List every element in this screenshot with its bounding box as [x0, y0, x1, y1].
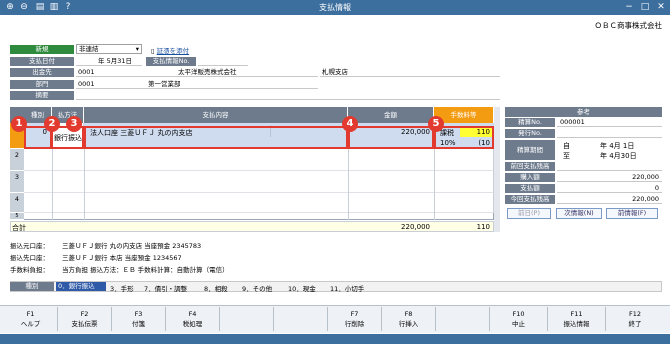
prev-balance-value [557, 162, 662, 171]
legend-item-check: 11．小切手 [330, 285, 365, 293]
src-account-value: 三菱ＵＦＪ銀行 丸の内支店 当座預金 2345783 [62, 242, 202, 250]
date-field[interactable]: 年 5月31日 [76, 56, 142, 66]
pay-no-label: 支払情報No. [146, 57, 196, 66]
window-title: 支払情報 [319, 3, 351, 12]
dept-code-field[interactable]: 0001 [76, 79, 146, 89]
prev-balance-label: 前回支払残高 [505, 162, 555, 171]
paid-label: 支払額 [505, 184, 555, 193]
f3-sticky-button[interactable]: F3 付箋 [112, 307, 166, 331]
dept-label: 部門 [10, 80, 74, 89]
highlight-amount [348, 126, 434, 149]
table-row[interactable] [24, 171, 494, 193]
balance-value: 220,000 [557, 195, 662, 204]
mode-value: 非連結 [79, 45, 99, 53]
issue-no-value [557, 129, 662, 138]
marker-3: 3 [66, 116, 82, 132]
f9-button[interactable] [436, 307, 490, 331]
highlight-fee [434, 126, 494, 149]
attach-evidence-link[interactable]: ▯ 証憑を添付 [151, 45, 189, 55]
marker-1: 1 [11, 116, 27, 132]
period-from-prefix: 自 [563, 142, 570, 150]
payee-branch: 札幌支店 [320, 67, 500, 77]
f7-delete-row-button[interactable]: F7 行削除 [328, 307, 382, 331]
dst-account-label: 振込先口座： [10, 254, 49, 262]
side-title: 参考 [505, 107, 662, 117]
f12-exit-button[interactable]: F12 終了 [606, 307, 664, 331]
prev-info-button[interactable]: 前情報(F) [606, 208, 658, 219]
payee-name: 太平洋販売株式会社 [176, 67, 318, 77]
dst-account-value: 三菱ＵＦＪ銀行 本店 当座預金 1234567 [62, 254, 182, 262]
fee-burden-value: 当方負担 振込方法：ＥＢ 手数料計算：自動計算（電信） [62, 266, 229, 274]
row-number[interactable]: 4 [10, 193, 24, 213]
f5-button[interactable] [220, 307, 274, 331]
period-label: 精算期間 [505, 140, 555, 160]
minimize-icon[interactable]: − [622, 1, 636, 13]
attach-icon: ▯ [151, 47, 155, 55]
prev-day-button[interactable]: 前日(P) [507, 208, 551, 219]
f4-tax-button[interactable]: F4 税処理 [166, 307, 220, 331]
legend-label: 種別 [10, 282, 54, 291]
title-bar: ⊕ ⊖ ▤ ▥ ? 支払情報 − □ ✕ [0, 0, 670, 15]
issue-no-label: 発行No. [505, 129, 555, 138]
purchase-label: 購入額 [505, 173, 555, 182]
company-name: ＯＢＣ商事株式会社 [594, 21, 663, 30]
row-number[interactable]: 5 [10, 213, 24, 220]
legend-item-cash: 10．現金 [288, 285, 316, 293]
mode-label: 新規 [10, 45, 74, 54]
next-info-button[interactable]: 次情報(N) [556, 208, 602, 219]
period-to: 年 4月30日 [600, 152, 637, 160]
f6-button[interactable] [274, 307, 328, 331]
legend-item-other: 9．その他 [242, 285, 273, 293]
legend-item-adjust: 7．債引・調整 [144, 285, 188, 293]
maximize-icon[interactable]: □ [638, 1, 652, 13]
mode-select[interactable]: 非連結 ▾ [76, 44, 142, 54]
status-bar [0, 334, 670, 344]
legend-item-offset: 8．相殺 [204, 285, 228, 293]
src-account-label: 振込元口座： [10, 242, 49, 250]
table-row[interactable] [24, 149, 494, 171]
pay-no-field[interactable] [198, 56, 248, 66]
close-icon[interactable]: ✕ [654, 1, 668, 13]
settle-no-label: 精算No. [505, 118, 555, 127]
payee-label: 出金先 [10, 68, 74, 77]
attach-link-text: 証憑を添付 [156, 47, 190, 55]
marker-5: 5 [428, 116, 444, 132]
f10-cancel-button[interactable]: F10 中止 [490, 307, 548, 331]
total-amount: 220,000 [401, 223, 430, 231]
f11-transfer-info-button[interactable]: F11 振込情報 [548, 307, 606, 331]
table-row[interactable] [24, 193, 494, 213]
f8-insert-row-button[interactable]: F8 行挿入 [382, 307, 436, 331]
dept-name: 第一営業部 [146, 79, 318, 89]
row-number[interactable]: 2 [10, 149, 24, 171]
row-number[interactable]: 3 [10, 171, 24, 193]
period-from: 年 4月 1日 [600, 142, 635, 150]
summary-label: 摘要 [10, 91, 74, 100]
legend-item-bank: 0．銀行振込 [56, 282, 106, 291]
highlight-content [84, 126, 348, 149]
fee-burden-label: 手数料負担： [10, 266, 49, 274]
date-label: 支払日付 [10, 57, 74, 66]
legend-item-note: 3．手形 [110, 285, 134, 293]
purchase-value: 220,000 [557, 173, 662, 182]
summary-field[interactable] [76, 90, 500, 100]
grid-scrollbar[interactable] [494, 107, 500, 232]
f1-help-button[interactable]: F1 ヘルプ [4, 307, 58, 331]
settle-no-value: 000001 [557, 118, 662, 127]
balance-label: 今回支払残高 [505, 195, 555, 204]
total-fee: 110 [476, 223, 490, 231]
paid-value: 0 [557, 184, 662, 193]
marker-2: 2 [44, 116, 60, 132]
col-amount: 金額 [348, 107, 434, 123]
f2-voucher-button[interactable]: F2 支払伝票 [58, 307, 112, 331]
col-content: 支払内容 [84, 107, 348, 123]
chevron-down-icon: ▾ [135, 45, 139, 53]
payee-code-field[interactable]: 0001 [76, 67, 176, 77]
marker-4: 4 [342, 116, 358, 132]
period-to-prefix: 至 [563, 152, 570, 160]
total-label: 合計 [12, 224, 26, 232]
